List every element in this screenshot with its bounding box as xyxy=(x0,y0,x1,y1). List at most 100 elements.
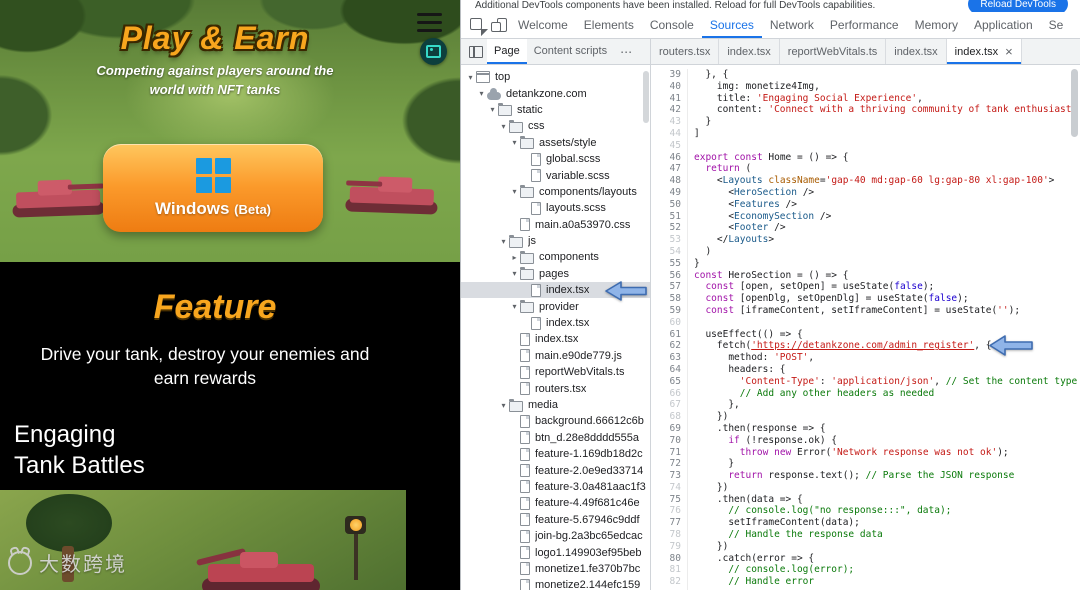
tree-item-detankzone-com[interactable]: ▾ detankzone.com xyxy=(461,85,650,101)
line-number-73[interactable]: 73 xyxy=(651,470,681,482)
tab-welcome[interactable]: Welcome xyxy=(510,12,576,38)
line-number-81[interactable]: 81 xyxy=(651,564,681,576)
windows-download-button[interactable]: Windows (Beta) xyxy=(103,144,323,232)
line-number-51[interactable]: 51 xyxy=(651,211,681,223)
line-number-57[interactable]: 57 xyxy=(651,281,681,293)
line-number-75[interactable]: 75 xyxy=(651,494,681,506)
line-number-62[interactable]: 62 xyxy=(651,340,681,352)
line-number-50[interactable]: 50 xyxy=(651,199,681,211)
tab-elements[interactable]: Elements xyxy=(576,12,642,38)
tree-item-feature-2-0e9ed33714[interactable]: feature-2.0e9ed33714 xyxy=(461,462,650,478)
tab-application[interactable]: Application xyxy=(966,12,1041,38)
line-number-65[interactable]: 65 xyxy=(651,376,681,388)
file-tab-3-index-tsx[interactable]: index.tsx xyxy=(886,39,947,64)
tree-item-btn-d-28e8dddd555a[interactable]: btn_d.28e8dddd555a xyxy=(461,430,650,446)
tree-item-reportwebvitals-ts[interactable]: reportWebVitals.ts xyxy=(461,364,650,380)
line-number-58[interactable]: 58 xyxy=(651,293,681,305)
line-number-66[interactable]: 66 xyxy=(651,388,681,400)
line-number-72[interactable]: 72 xyxy=(651,458,681,470)
tree-item-js[interactable]: ▾ js xyxy=(461,233,650,249)
file-tree[interactable]: ▾ top ▾ detankzone.com ▾ static ▾ css ▾ assets/st… xyxy=(461,65,651,590)
tree-item-variable-scss[interactable]: variable.scss xyxy=(461,167,650,183)
tree-item-layouts-scss[interactable]: layouts.scss xyxy=(461,200,650,216)
line-number-54[interactable]: 54 xyxy=(651,246,681,258)
close-tab-icon[interactable]: × xyxy=(1005,45,1013,58)
tree-item-monetize2-144efc159[interactable]: monetize2.144efc159 xyxy=(461,577,650,590)
line-number-48[interactable]: 48 xyxy=(651,175,681,187)
tree-item-global-scss[interactable]: global.scss xyxy=(461,151,650,167)
line-number-67[interactable]: 67 xyxy=(651,399,681,411)
line-number-74[interactable]: 74 xyxy=(651,482,681,494)
code-editor[interactable]: 39 40 41 42 43 44 45 46 47 48 49 50 51 52 53 54 55 56 57 58… xyxy=(651,65,1080,590)
line-number-82[interactable]: 82 xyxy=(651,576,681,588)
line-number-39[interactable]: 39 xyxy=(651,69,681,81)
tree-item-monetize1-fe370b7bc[interactable]: monetize1.fe370b7bc xyxy=(461,561,650,577)
file-tab-4-index-tsx[interactable]: index.tsx × xyxy=(946,39,1022,64)
line-number-76[interactable]: 76 xyxy=(651,505,681,517)
tree-item-main-a0a53970-css[interactable]: main.a0a53970.css xyxy=(461,217,650,233)
line-number-80[interactable]: 80 xyxy=(651,553,681,565)
reload-devtools-button[interactable]: Reload DevTools xyxy=(968,0,1068,12)
tree-item-feature-3-0a481aac1f3[interactable]: feature-3.0a481aac1f3 xyxy=(461,479,650,495)
line-number-46[interactable]: 46 xyxy=(651,152,681,164)
tree-item-index-tsx[interactable]: index.tsx xyxy=(461,331,650,347)
line-number-64[interactable]: 64 xyxy=(651,364,681,376)
file-tab-1-index-tsx[interactable]: index.tsx xyxy=(719,39,780,64)
line-number-44[interactable]: 44 xyxy=(651,128,681,140)
line-number-61[interactable]: 61 xyxy=(651,329,681,341)
navigator-panels-icon[interactable] xyxy=(469,45,483,58)
line-number-40[interactable]: 40 xyxy=(651,81,681,93)
file-tab-2-reportwebvitals-ts[interactable]: reportWebVitals.ts xyxy=(779,39,887,64)
tab-network[interactable]: Network xyxy=(762,12,822,38)
line-number-49[interactable]: 49 xyxy=(651,187,681,199)
tab-console[interactable]: Console xyxy=(642,12,702,38)
line-number-41[interactable]: 41 xyxy=(651,93,681,105)
tree-item-css[interactable]: ▾ css xyxy=(461,118,650,134)
line-number-78[interactable]: 78 xyxy=(651,529,681,541)
inspect-element-icon[interactable] xyxy=(468,16,486,34)
line-number-43[interactable]: 43 xyxy=(651,116,681,128)
tree-scrollbar[interactable] xyxy=(643,71,649,123)
tab-se[interactable]: Se xyxy=(1041,12,1072,38)
line-number-56[interactable]: 56 xyxy=(651,270,681,282)
tree-item-index-tsx[interactable]: index.tsx xyxy=(461,315,650,331)
line-number-55[interactable]: 55 xyxy=(651,258,681,270)
line-number-53[interactable]: 53 xyxy=(651,234,681,246)
navigator-tab-content-scripts[interactable]: Content scripts xyxy=(527,39,614,64)
tree-item-background-66612c6b[interactable]: background.66612c6b xyxy=(461,413,650,429)
line-number-70[interactable]: 70 xyxy=(651,435,681,447)
tree-item-routers-tsx[interactable]: routers.tsx xyxy=(461,380,650,396)
tree-item-feature-1-169db18d2c[interactable]: feature-1.169db18d2c xyxy=(461,446,650,462)
device-toolbar-icon[interactable] xyxy=(490,16,508,34)
tree-item-logo1-149903ef95beb[interactable]: logo1.149903ef95beb xyxy=(461,544,650,560)
navigator-more-tabs-button[interactable]: ⋯ xyxy=(614,45,638,59)
tree-item-join-bg-2a3bc65edcac[interactable]: join-bg.2a3bc65edcac xyxy=(461,528,650,544)
tree-item-components[interactable]: ▸ components xyxy=(461,249,650,265)
line-number-60[interactable]: 60 xyxy=(651,317,681,329)
tab-performance[interactable]: Performance xyxy=(822,12,907,38)
line-number-42[interactable]: 42 xyxy=(651,104,681,116)
line-number-69[interactable]: 69 xyxy=(651,423,681,435)
tree-item-components-layouts[interactable]: ▾ components/layouts xyxy=(461,184,650,200)
tab-memory[interactable]: Memory xyxy=(907,12,966,38)
navigator-tab-page[interactable]: Page xyxy=(487,39,527,64)
tree-item-assets-style[interactable]: ▾ assets/style xyxy=(461,135,650,151)
line-number-68[interactable]: 68 xyxy=(651,411,681,423)
line-number-52[interactable]: 52 xyxy=(651,222,681,234)
tree-item-main-e90de779-js[interactable]: main.e90de779.js xyxy=(461,348,650,364)
file-tab-0-routers-tsx[interactable]: routers.tsx xyxy=(651,39,720,64)
line-number-59[interactable]: 59 xyxy=(651,305,681,317)
line-number-77[interactable]: 77 xyxy=(651,517,681,529)
tree-item-static[interactable]: ▾ static xyxy=(461,102,650,118)
tree-item-feature-5-67946c9ddf[interactable]: feature-5.67946c9ddf xyxy=(461,512,650,528)
line-number-47[interactable]: 47 xyxy=(651,163,681,175)
tab-sources[interactable]: Sources xyxy=(702,12,762,38)
line-number-71[interactable]: 71 xyxy=(651,447,681,459)
line-number-79[interactable]: 79 xyxy=(651,541,681,553)
line-number-45[interactable]: 45 xyxy=(651,140,681,152)
tree-item-feature-4-49f681c46e[interactable]: feature-4.49f681c46e xyxy=(461,495,650,511)
tree-item-top[interactable]: ▾ top xyxy=(461,69,650,85)
editor-scrollbar[interactable] xyxy=(1071,69,1078,137)
line-number-63[interactable]: 63 xyxy=(651,352,681,364)
tree-item-media[interactable]: ▾ media xyxy=(461,397,650,413)
